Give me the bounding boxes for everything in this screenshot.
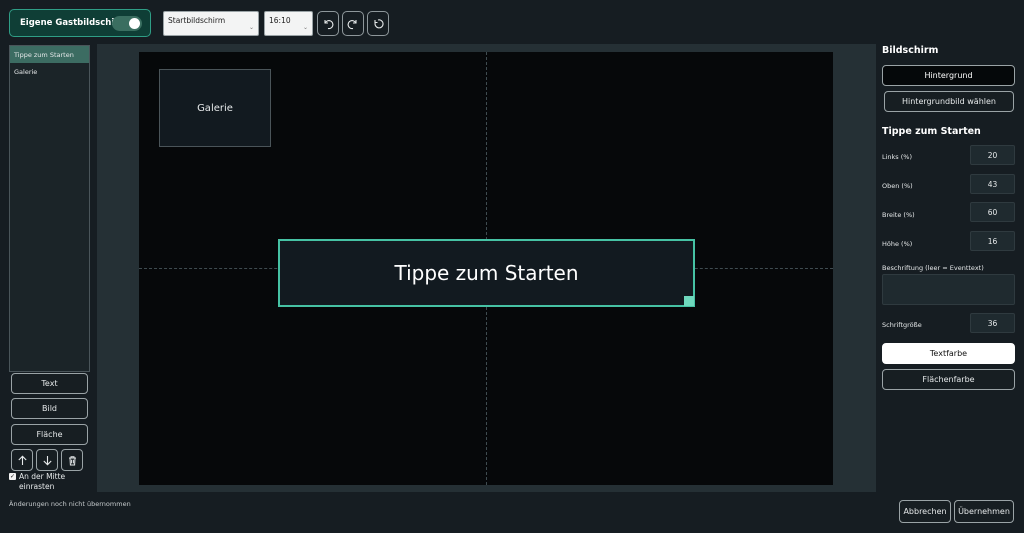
list-item[interactable]: Galerie — [10, 63, 89, 80]
element-heading: Tippe zum Starten — [882, 126, 981, 137]
reset-button[interactable] — [367, 11, 389, 36]
height-label: Höhe (%) — [882, 240, 913, 248]
elements-list[interactable]: Tippe zum Starten Galerie — [9, 45, 90, 372]
text-color-button[interactable]: Textfarbe — [882, 343, 1015, 364]
background-image-button[interactable]: Hintergrundbild wählen — [884, 91, 1014, 112]
snap-center-checkbox[interactable]: ✓ — [9, 473, 16, 480]
trash-icon — [68, 455, 76, 465]
screen-select-value: Startbildschirm — [168, 16, 226, 25]
undo-icon — [324, 19, 334, 29]
list-item[interactable]: Tippe zum Starten — [10, 46, 89, 63]
background-button[interactable]: Hintergrund — [882, 65, 1015, 86]
top-label: Oben (%) — [882, 182, 913, 190]
resize-handle[interactable] — [684, 296, 694, 306]
screen-canvas[interactable]: Galerie Tippe zum Starten — [139, 52, 833, 485]
fontsize-label: Schriftgröße — [882, 321, 922, 329]
apply-button[interactable]: Übernehmen — [954, 500, 1014, 523]
chevron-down-icon: ⌄ — [248, 24, 254, 31]
canvas-element-start[interactable]: Tippe zum Starten — [278, 239, 695, 307]
redo-icon — [347, 19, 357, 29]
ratio-select-value: 16:10 — [269, 16, 291, 25]
fontsize-input[interactable]: 36 — [970, 313, 1015, 333]
width-input[interactable]: 60 — [970, 202, 1015, 222]
galerie-label: Galerie — [197, 102, 233, 114]
add-image-button[interactable]: Bild — [11, 398, 88, 419]
switch-knob — [129, 18, 140, 29]
toggle-switch[interactable] — [112, 16, 142, 31]
cancel-button[interactable]: Abbrechen — [899, 500, 951, 523]
top-input[interactable]: 43 — [970, 174, 1015, 194]
screen-heading: Bildschirm — [882, 45, 939, 56]
redo-button[interactable] — [342, 11, 364, 36]
status-text: Änderungen noch nicht übernommen — [9, 500, 131, 508]
undo-button[interactable] — [317, 11, 339, 36]
arrow-down-icon — [42, 455, 52, 465]
chevron-down-icon: ⌄ — [302, 24, 308, 31]
delete-button[interactable] — [61, 449, 83, 471]
add-text-button[interactable]: Text — [11, 373, 88, 394]
area-color-button[interactable]: Flächenfarbe — [882, 369, 1015, 390]
left-input[interactable]: 20 — [970, 145, 1015, 165]
arrow-up-icon — [17, 455, 27, 465]
custom-guest-screens-toggle[interactable]: Eigene Gastbildschirme — [9, 9, 151, 37]
snap-center-label: An der Mitte einrasten — [19, 472, 66, 491]
caption-field[interactable] — [882, 274, 1015, 305]
height-input[interactable]: 16 — [970, 231, 1015, 251]
left-label: Links (%) — [882, 153, 913, 161]
move-up-button[interactable] — [11, 449, 33, 471]
start-label: Tippe zum Starten — [394, 261, 579, 285]
canvas-element-galerie[interactable]: Galerie — [159, 69, 271, 147]
move-down-button[interactable] — [36, 449, 58, 471]
caption-label: Beschriftung (leer = Eventtext) — [882, 264, 984, 272]
screen-select[interactable]: Startbildschirm ⌄ — [163, 11, 259, 36]
reset-icon — [374, 18, 384, 28]
add-area-button[interactable]: Fläche — [11, 424, 88, 445]
width-label: Breite (%) — [882, 211, 915, 219]
ratio-select[interactable]: 16:10 ⌄ — [264, 11, 313, 36]
